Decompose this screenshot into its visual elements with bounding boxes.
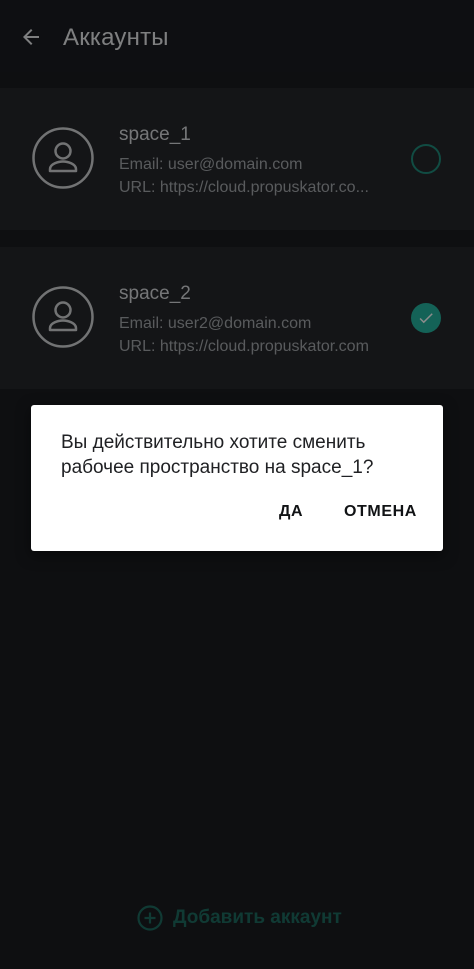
confirm-dialog: Вы действительно хотите сменить рабочее …: [31, 405, 443, 551]
dialog-message: Вы действительно хотите сменить рабочее …: [61, 432, 374, 478]
accounts-screen: Аккаунты space_1 Email: user@domain.com …: [0, 0, 474, 969]
cancel-button[interactable]: ОТМЕНА: [344, 503, 417, 521]
confirm-button[interactable]: ДА: [279, 503, 303, 521]
